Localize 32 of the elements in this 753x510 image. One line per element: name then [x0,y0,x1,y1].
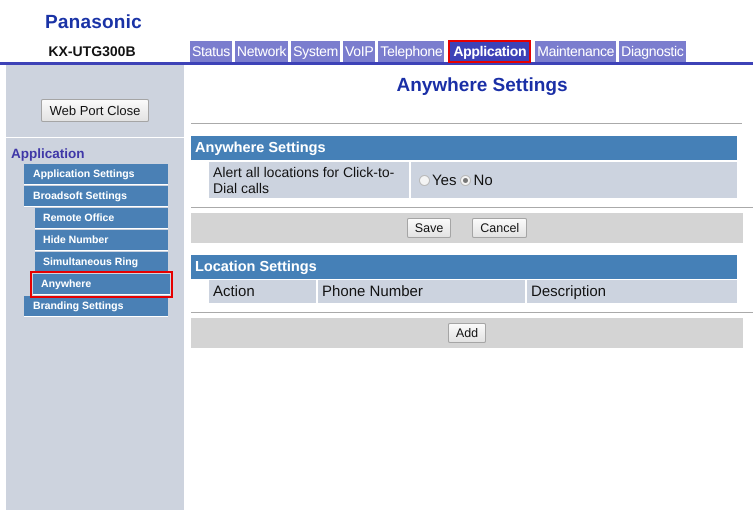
sidebar-item[interactable]: Branding Settings [24,296,168,317]
sidebar-item[interactable]: Application Settings [24,164,168,185]
section-header: Anywhere Settings [191,136,737,160]
column-header: Phone Number [318,280,525,303]
setting-label: Alert all locations for Click-to-Dial calls [209,162,409,198]
sidebar-item[interactable]: Hide Number [35,230,168,251]
column-header: Action [209,280,316,303]
tab[interactable]: Diagnostic [619,41,686,62]
option-label: No [473,172,493,188]
option-label: Yes [432,172,456,188]
column-header: Description [527,280,737,303]
tab[interactable]: Application [449,41,530,62]
page-title: Anywhere Settings [395,75,569,97]
radio-button[interactable] [460,174,472,186]
sidebar-item[interactable]: Anywhere [33,274,170,295]
sidebar-item[interactable]: Remote Office [35,208,168,229]
add-button[interactable]: Add [448,323,486,343]
web-port-close-button[interactable]: Web Port Close [40,99,150,122]
tab[interactable]: Maintenance [535,41,616,62]
radio-button[interactable] [419,174,430,186]
form-button[interactable]: Cancel [472,218,528,238]
section-header: Location Settings [191,255,737,279]
tab[interactable]: Network [234,41,288,62]
tab[interactable]: Status [190,41,232,62]
logo: Panasonic [45,11,142,35]
tab[interactable]: VoIP [343,41,376,62]
tab[interactable]: System [291,41,340,62]
tab[interactable]: Telephone [378,41,444,62]
model-name: KX-UTG300B [47,43,137,61]
sidebar-item[interactable]: Simultaneous Ring [35,252,168,273]
form-button[interactable]: Save [406,218,452,238]
sidebar-item[interactable]: Broadsoft Settings [24,186,168,207]
